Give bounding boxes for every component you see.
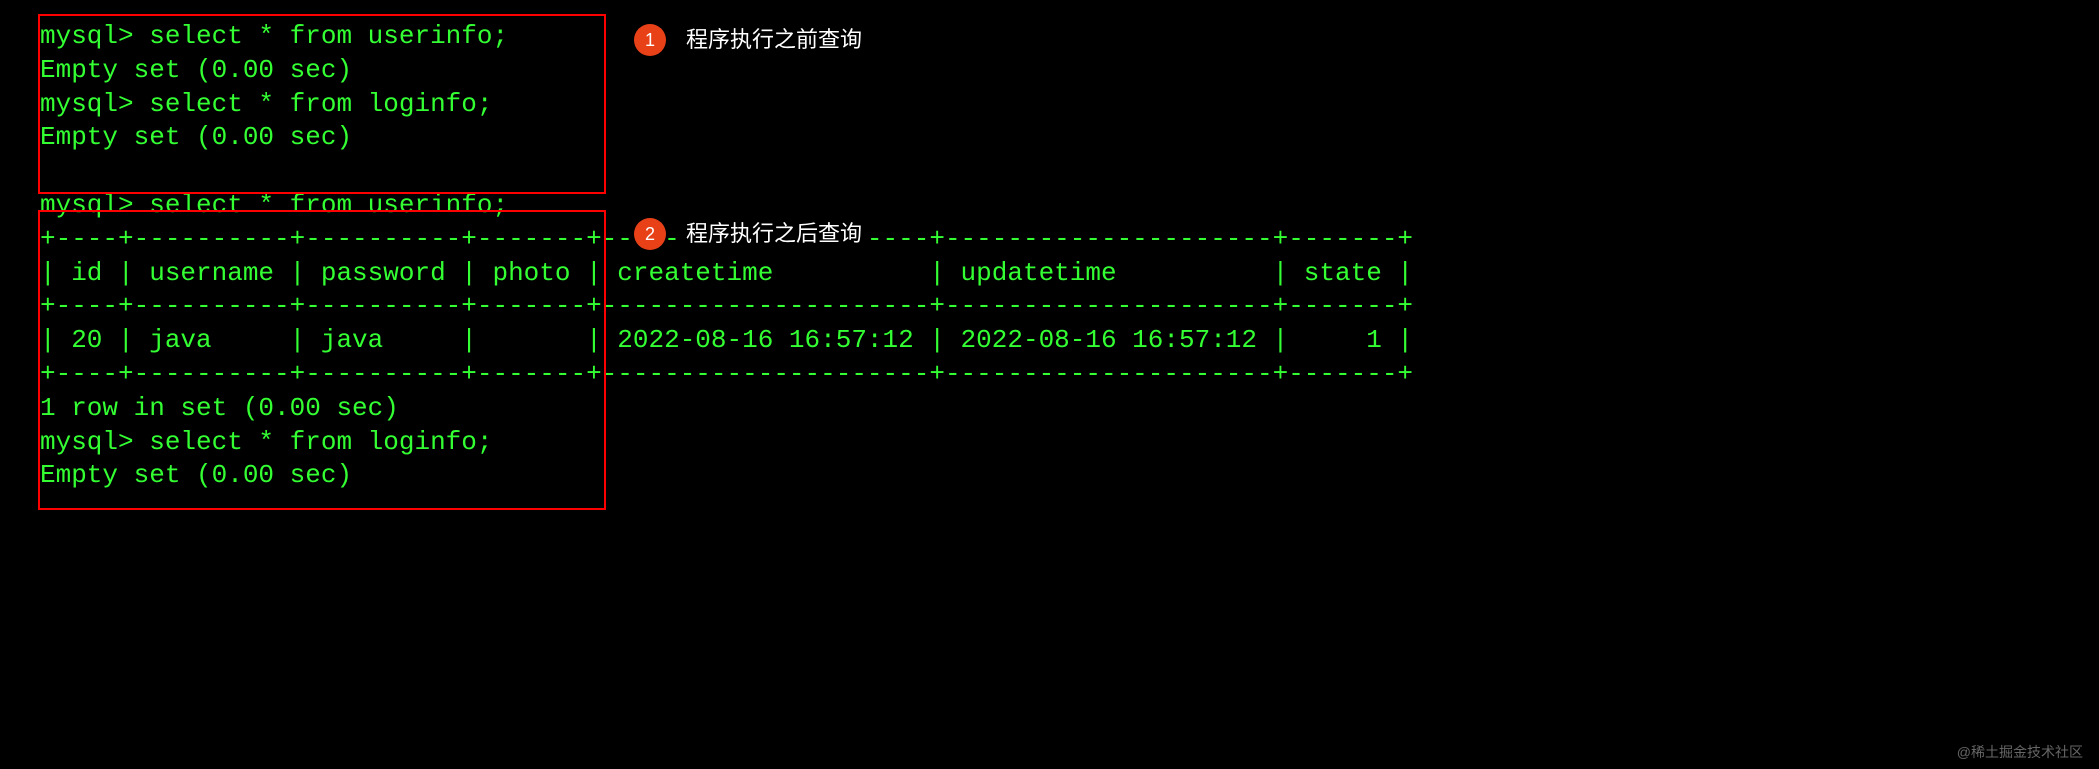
badge-number-icon: 2 <box>634 218 666 250</box>
annotation-label: 程序执行之后查询 <box>678 216 870 253</box>
query-result-line: Empty set (0.00 sec) <box>40 459 2059 493</box>
badge-number-icon: 1 <box>634 24 666 56</box>
mysql-prompt-line: mysql> select * from loginfo; <box>40 88 2059 122</box>
query-result-line: Empty set (0.00 sec) <box>40 121 2059 155</box>
query-result-line: Empty set (0.00 sec) <box>40 54 2059 88</box>
annotation-before: 1 程序执行之前查询 <box>634 22 870 59</box>
terminal-output: mysql> select * from userinfo; Empty set… <box>40 20 2059 493</box>
table-border: +----+----------+----------+-------+----… <box>40 290 2059 324</box>
watermark-text: @稀土掘金技术社区 <box>1957 743 2083 761</box>
mysql-prompt-line: mysql> select * from userinfo; <box>40 189 2059 223</box>
mysql-prompt-line: mysql> select * from userinfo; <box>40 20 2059 54</box>
table-header: | id | username | password | photo | cre… <box>40 257 2059 291</box>
annotation-after: 2 程序执行之后查询 <box>634 216 870 253</box>
table-border: +----+----------+----------+-------+----… <box>40 358 2059 392</box>
table-border: +----+----------+----------+-------+----… <box>40 223 2059 257</box>
annotation-label: 程序执行之前查询 <box>678 22 870 59</box>
table-row: | 20 | java | java | | 2022-08-16 16:57:… <box>40 324 2059 358</box>
query-result-line: 1 row in set (0.00 sec) <box>40 392 2059 426</box>
mysql-prompt-line: mysql> select * from loginfo; <box>40 426 2059 460</box>
blank-line <box>40 155 2059 189</box>
